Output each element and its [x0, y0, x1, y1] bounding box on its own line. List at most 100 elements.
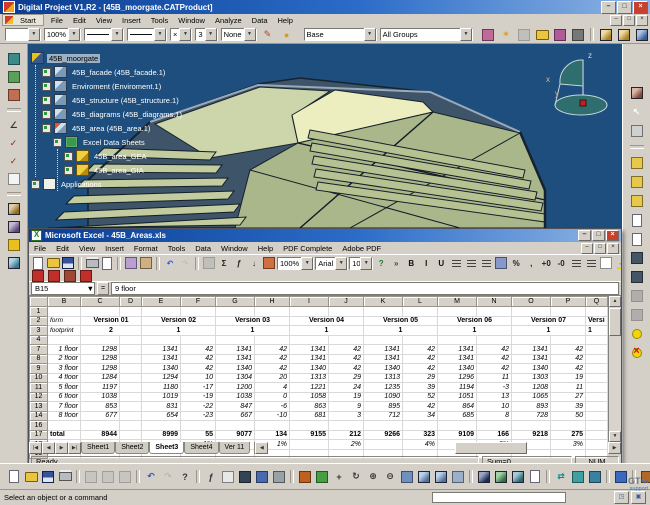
structure-tools-icon[interactable] [6, 256, 22, 270]
cell-N8[interactable]: 42 [477, 354, 512, 364]
painter-icon[interactable]: ✎ [260, 28, 276, 42]
align-center-icon[interactable] [464, 257, 478, 270]
cell-D12[interactable] [120, 392, 142, 402]
row-header-10[interactable]: 10 [30, 373, 48, 383]
xl-open-icon[interactable] [46, 257, 60, 270]
excel-mdi-minimize-button[interactable]: – [581, 243, 593, 254]
cell-P16[interactable] [551, 421, 586, 431]
column-header-P[interactable]: P [551, 297, 586, 307]
cell-G2[interactable]: Version 03 [216, 316, 290, 326]
link-broken-icon[interactable] [570, 28, 586, 42]
cell-N16[interactable] [477, 421, 512, 431]
excel-mdi-restore-button[interactable]: □ [594, 243, 606, 254]
cell-F7[interactable]: 42 [181, 345, 216, 355]
hide-show-icon[interactable] [629, 308, 645, 322]
cell-O4[interactable] [512, 335, 551, 345]
tree-item-45b-facade-45b-facade-1[interactable]: 45B_facade (45B_facade.1) [31, 65, 184, 79]
viewpoint-icon[interactable] [629, 86, 645, 100]
cell-I4[interactable] [290, 335, 329, 345]
cell-O10[interactable]: 1303 [512, 373, 551, 383]
cell-I17[interactable]: 9155 [290, 430, 329, 440]
sheet-tab-sheet2[interactable]: Sheet2 [115, 442, 149, 454]
xl-more-icon[interactable]: » [389, 257, 403, 270]
magic-wand-icon[interactable]: ✶ [498, 28, 514, 42]
iso-view-icon[interactable] [416, 470, 432, 484]
cell-N9[interactable]: 42 [477, 364, 512, 374]
cell-M14[interactable]: 685 [438, 411, 477, 421]
cell-C14[interactable]: 677 [81, 411, 120, 421]
cell-Q16[interactable] [586, 421, 608, 431]
align-left-icon[interactable] [449, 257, 463, 270]
cell-I2[interactable]: Version 04 [290, 316, 364, 326]
cell-L7[interactable]: 42 [403, 345, 438, 355]
tree-item-45b-moorgate[interactable]: 45B_moorgate [31, 51, 184, 65]
cell-F11[interactable]: -17 [181, 383, 216, 393]
examine-mode-icon[interactable] [6, 70, 22, 84]
cell-N7[interactable]: 42 [477, 345, 512, 355]
dropdown-arrow-icon[interactable]: ▼ [364, 28, 376, 41]
cell-J1[interactable] [329, 307, 364, 317]
print-icon[interactable] [57, 470, 73, 484]
cell-H4[interactable] [255, 335, 290, 345]
dropdown-arrow-icon[interactable]: ▼ [68, 28, 80, 41]
row-header-16[interactable]: 16 [30, 421, 48, 431]
expand-box-icon[interactable] [42, 82, 51, 91]
cell-B13[interactable]: 7 floor [48, 402, 81, 412]
expand-box-icon[interactable] [31, 180, 40, 189]
menu-start[interactable]: Start [15, 16, 41, 25]
undo-icon[interactable]: ↶ [143, 470, 159, 484]
cell-E3[interactable]: 1 [142, 326, 216, 336]
excel-titlebar[interactable]: X Microsoft Excel - 45B_Areas.xls – □ × [29, 229, 621, 242]
light-off-icon[interactable] [629, 346, 645, 360]
cell-D11[interactable] [120, 383, 142, 393]
numbering-icon[interactable] [6, 238, 22, 252]
cell-L16[interactable] [403, 421, 438, 431]
check-abc-icon[interactable]: ✓ [6, 136, 22, 150]
column-header-K[interactable]: K [364, 297, 403, 307]
linetype2-dropdown[interactable]: ▼ [127, 28, 167, 41]
column-header-Q[interactable]: Q [586, 297, 608, 307]
cell-P10[interactable]: 19 [551, 373, 586, 383]
cell-O2[interactable]: Version 07 [512, 316, 586, 326]
formula-bar[interactable]: 9 floor [111, 282, 619, 295]
cell-Q1[interactable] [586, 307, 608, 317]
cell-J11[interactable]: 24 [329, 383, 364, 393]
new-icon[interactable] [6, 470, 22, 484]
cell-D8[interactable] [120, 354, 142, 364]
increase-indent-icon[interactable] [584, 257, 598, 270]
cell-E9[interactable]: 1340 [142, 364, 181, 374]
cell-M3[interactable]: 1 [438, 326, 512, 336]
percent-icon[interactable]: % [509, 257, 523, 270]
cell-D13[interactable] [120, 402, 142, 412]
cell-O11[interactable]: 1208 [512, 383, 551, 393]
fit-all-icon[interactable] [314, 470, 330, 484]
zoom-in-icon[interactable]: ⊕ [365, 470, 381, 484]
cell-K11[interactable]: 1235 [364, 383, 403, 393]
cell-C12[interactable]: 1038 [81, 392, 120, 402]
excel-zoom-dropdown[interactable]: 100%▼ [277, 257, 314, 270]
cell-K10[interactable]: 1313 [364, 373, 403, 383]
redo-icon[interactable]: ↷ [160, 470, 176, 484]
menu-insert[interactable]: Insert [117, 16, 146, 25]
cell-P11[interactable]: 11 [551, 383, 586, 393]
fly-icon[interactable] [297, 470, 313, 484]
cell-M10[interactable]: 1296 [438, 373, 477, 383]
cell-I3[interactable]: 1 [290, 326, 364, 336]
vertical-scrollbar[interactable]: ▲ ▼ [608, 296, 621, 442]
cell-F16[interactable] [181, 421, 216, 431]
cell-K1[interactable] [364, 307, 403, 317]
cell-D7[interactable] [120, 345, 142, 355]
xl-new-icon[interactable] [31, 257, 45, 270]
cell-P12[interactable]: 27 [551, 392, 586, 402]
cut-icon[interactable] [83, 470, 99, 484]
excel-menu-data[interactable]: Data [190, 244, 216, 253]
cell-G12[interactable]: 1038 [216, 392, 255, 402]
color-dropdown[interactable]: ▼ [5, 28, 41, 41]
fly-mode-icon[interactable] [6, 52, 22, 66]
constraint-cluster-icon[interactable] [6, 220, 22, 234]
dropdown-arrow-icon[interactable]: ▼ [335, 257, 347, 270]
cell-K3[interactable]: 1 [364, 326, 438, 336]
walk-mode-icon[interactable] [6, 88, 22, 102]
cell-M8[interactable]: 1341 [438, 354, 477, 364]
expand-box-icon[interactable] [64, 166, 73, 175]
